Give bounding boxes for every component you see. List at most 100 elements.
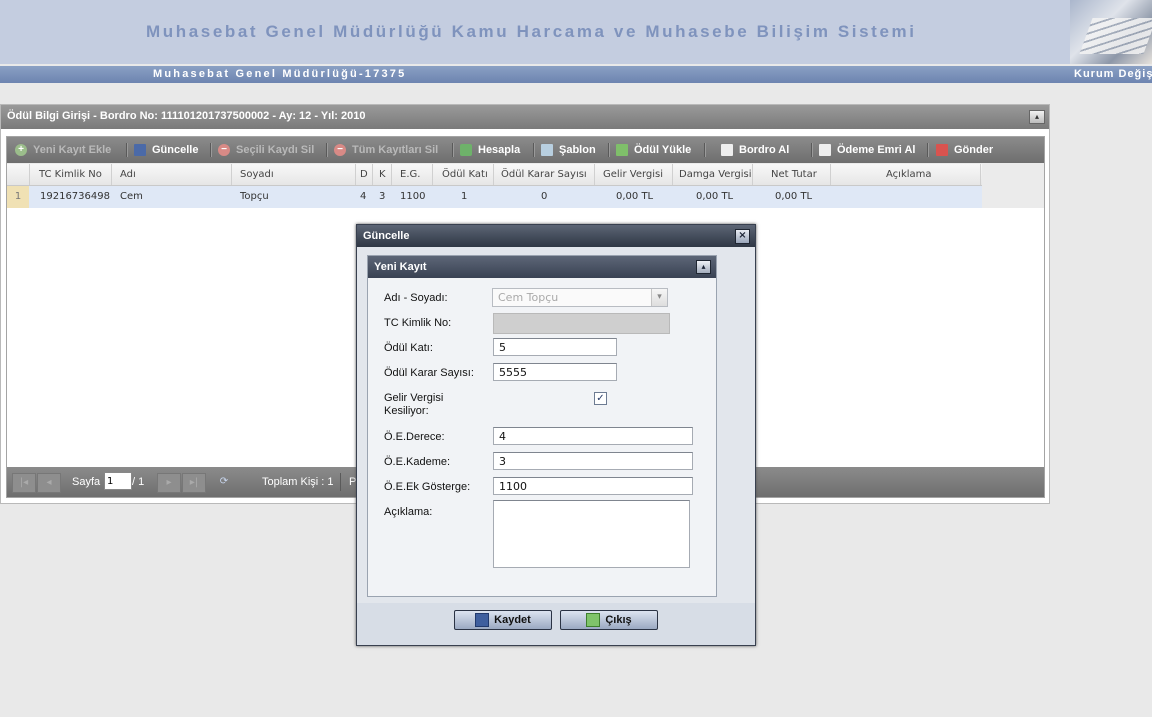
ek-gosterge-field[interactable] (493, 477, 693, 495)
template-icon (541, 144, 553, 156)
upload-award-label: Ödül Yükle (634, 144, 692, 156)
last-page-icon[interactable]: ▸| (182, 473, 206, 493)
kurum-change-link[interactable]: Kurum Değiş (1074, 68, 1152, 80)
name-label: Adı - Soyadı: (384, 292, 448, 304)
save-button[interactable]: Kaydet (454, 610, 552, 630)
col-adi[interactable]: Adı (120, 169, 136, 180)
template-button[interactable]: Şablon (541, 142, 596, 158)
keyboard-image (1070, 0, 1152, 64)
add-record-button[interactable]: + Yeni Kayıt Ekle (15, 142, 111, 158)
exit-label: Çıkış (605, 614, 632, 626)
col-karar[interactable]: Ödül Karar Sayısı (501, 169, 587, 180)
page-total: / 1 (132, 476, 145, 488)
payment-order-button[interactable]: Ödeme Emri Al (819, 142, 915, 158)
col-d[interactable]: D (360, 169, 368, 180)
row-number: 1 (7, 186, 29, 208)
cell-soyadi: Topçu (240, 191, 269, 202)
col-tc[interactable]: TC Kimlik No (39, 169, 102, 180)
exit-button[interactable]: Çıkış (560, 610, 658, 630)
karar-field[interactable] (493, 363, 617, 381)
cell-tc: 19216736498 (40, 191, 110, 202)
save-icon (475, 613, 490, 627)
col-k[interactable]: K (379, 169, 386, 180)
kademe-label: Ö.E.Kademe: (384, 456, 451, 468)
template-label: Şablon (559, 144, 596, 156)
remove-icon: − (218, 144, 230, 156)
send-button[interactable]: Gönder (936, 142, 993, 158)
toolbar: + Yeni Kayıt Ekle Güncelle − Seçili Kayd… (7, 137, 1044, 163)
get-payroll-label: Bordro Al (739, 144, 790, 156)
collapse-icon[interactable]: ▴ (1029, 110, 1045, 124)
col-odul-kati[interactable]: Ödül Katı (442, 169, 488, 180)
send-icon (936, 144, 948, 156)
form-title: Yeni Kayıt (374, 261, 427, 273)
form-header: Yeni Kayıt ▴ (368, 256, 716, 278)
payment-order-label: Ödeme Emri Al (837, 144, 916, 156)
next-page-icon[interactable]: ▸ (157, 473, 181, 493)
document-icon (721, 144, 733, 156)
save-label: Kaydet (494, 614, 531, 626)
page-number-input[interactable] (104, 472, 132, 490)
gv-checkbox[interactable]: ✓ (594, 392, 607, 405)
cell-d: 4 (360, 191, 367, 202)
col-net[interactable]: Net Tutar (771, 169, 817, 180)
col-aciklama[interactable]: Açıklama (886, 169, 932, 180)
dialog-body: Yeni Kayıt ▴ Adı - Soyadı: Cem Topçu ▾ T… (357, 247, 755, 603)
gv-label: Gelir Vergisi Kesiliyor: (384, 392, 444, 417)
upload-award-button[interactable]: Ödül Yükle (616, 142, 691, 158)
chevron-down-icon: ▾ (651, 289, 667, 306)
first-page-icon[interactable]: |◂ (12, 473, 36, 493)
dialog-header[interactable]: Güncelle × (357, 225, 755, 247)
upload-icon (616, 144, 628, 156)
cell-eg: 1100 (400, 191, 426, 202)
update-dialog: Güncelle × Yeni Kayıt ▴ Adı - Soyadı: Ce… (356, 224, 756, 646)
panel-title: Ödül Bilgi Girişi - Bordro No: 111101201… (7, 110, 366, 122)
col-damga[interactable]: Damga Vergisi (679, 169, 752, 180)
cell-odul-kati: 1 (461, 191, 468, 202)
collapse-icon[interactable]: ▴ (696, 260, 711, 274)
calculator-icon (460, 144, 472, 156)
add-icon: + (15, 144, 27, 156)
cell-gelir: 0,00 TL (616, 191, 654, 202)
col-eg[interactable]: E.G. (400, 169, 420, 180)
panel-header: Ödül Bilgi Girişi - Bordro No: 111101201… (1, 105, 1049, 129)
kademe-field[interactable] (493, 452, 693, 470)
add-record-label: Yeni Kayıt Ekle (33, 144, 112, 156)
exit-icon (586, 613, 601, 627)
col-soyadi[interactable]: Soyadı (240, 169, 274, 180)
karar-label: Ödül Karar Sayısı: (384, 367, 474, 379)
app-header: Muhasebat Genel Müdürlüğü Kamu Harcama v… (0, 0, 1152, 64)
cell-net: 0,00 TL (775, 191, 813, 202)
delete-all-label: Tüm Kayıtları Sil (352, 144, 439, 156)
system-title: Muhasebat Genel Müdürlüğü Kamu Harcama v… (146, 22, 917, 41)
name-select-value: Cem Topçu (498, 291, 559, 304)
page-label: Sayfa (72, 476, 101, 488)
delete-all-button[interactable]: − Tüm Kayıtları Sil (334, 142, 438, 158)
delete-selected-button[interactable]: − Seçili Kaydı Sil (218, 142, 314, 158)
calculate-button[interactable]: Hesapla (460, 142, 520, 158)
name-select: Cem Topçu ▾ (492, 288, 668, 307)
odul-kati-label: Ödül Katı: (384, 342, 433, 354)
org-bar: Muhasebat Genel Müdürlüğü-17375 Kurum De… (0, 66, 1152, 83)
get-payroll-button[interactable]: Bordro Al (721, 142, 789, 158)
ek-gosterge-label: Ö.E.Ek Gösterge: (384, 481, 471, 493)
org-name: Muhasebat Genel Müdürlüğü-17375 (153, 68, 407, 80)
table-row[interactable]: 1 19216736498 Cem Topçu 4 3 1100 1 0 0,0… (7, 186, 982, 208)
prev-page-icon[interactable]: ◂ (37, 473, 61, 493)
update-button[interactable]: Güncelle (134, 142, 198, 158)
close-icon[interactable]: × (735, 229, 750, 244)
aciklama-textarea[interactable] (493, 500, 690, 568)
refresh-icon[interactable]: ⟳ (213, 473, 235, 491)
cell-k: 3 (379, 191, 386, 202)
tc-field (493, 313, 670, 334)
cell-damga: 0,00 TL (696, 191, 734, 202)
document-icon (819, 144, 831, 156)
odul-kati-field[interactable] (493, 338, 617, 356)
col-gelir[interactable]: Gelir Vergisi (603, 169, 663, 180)
tc-label: TC Kimlik No: (384, 317, 452, 329)
send-label: Gönder (954, 144, 994, 156)
derece-field[interactable] (493, 427, 693, 445)
total-persons: Toplam Kişi : 1 (262, 476, 334, 488)
cell-karar: 0 (541, 191, 548, 202)
update-label: Güncelle (152, 144, 199, 156)
